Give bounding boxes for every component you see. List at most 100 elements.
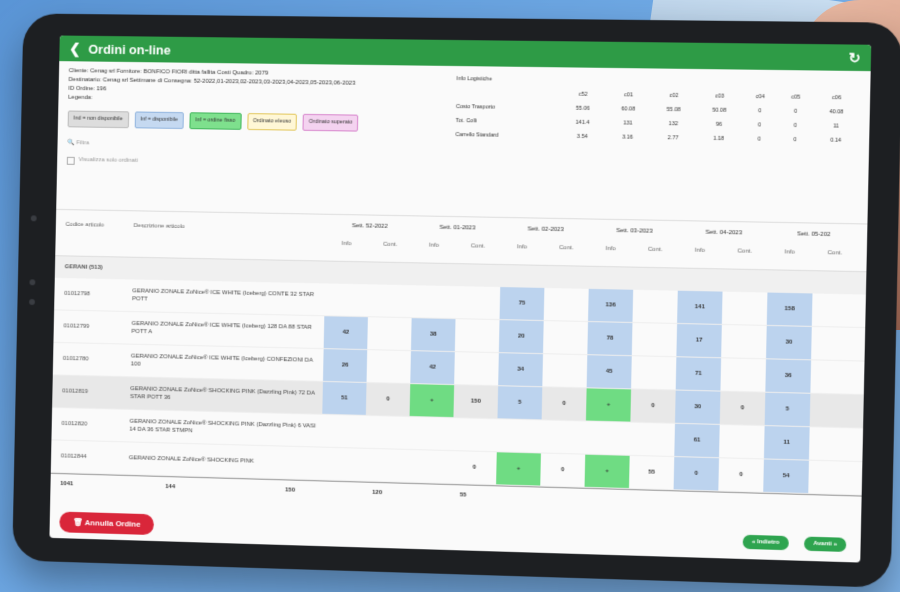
qty-cell[interactable] — [455, 319, 500, 352]
qty-cell[interactable] — [542, 354, 587, 387]
qty-cell[interactable]: 0 — [673, 457, 720, 491]
qty-cell[interactable]: 17 — [676, 323, 722, 358]
week-header: Sett. 05-202 Info Cont. — [768, 223, 859, 271]
article-code: 01012799 — [63, 323, 90, 330]
qty-cell[interactable]: 5 — [497, 386, 543, 420]
qty-cell[interactable] — [630, 423, 675, 456]
qty-cell[interactable]: 42 — [323, 316, 368, 350]
qty-cell[interactable] — [808, 461, 854, 495]
back-arrow-icon[interactable]: ❮ — [69, 40, 81, 57]
qty-cell[interactable] — [721, 325, 767, 358]
qty-cell[interactable]: 61 — [674, 423, 720, 458]
cancel-order-button[interactable]: 🗑 Annulla Ordine — [59, 511, 155, 536]
qty-cell[interactable]: 150 — [453, 385, 498, 418]
qty-cell[interactable] — [631, 356, 676, 389]
order-info-panel: Cliente: Cenag srl Fornitore: BONFICO FI… — [56, 61, 871, 225]
qty-cell[interactable] — [456, 286, 501, 319]
qty-cell[interactable] — [412, 285, 457, 318]
qty-cell[interactable]: 0 — [718, 458, 764, 492]
qty-cell[interactable]: 45 — [586, 355, 632, 389]
summary-cell: 50.08 — [712, 107, 727, 114]
qty-cell[interactable] — [322, 415, 366, 448]
cont-col-label: Cont. — [558, 245, 574, 252]
summary-cell: 0 — [793, 137, 797, 144]
info-col-label: Info — [516, 244, 528, 251]
qty-cell[interactable]: 0 — [630, 389, 675, 422]
qty-cell[interactable]: 5 — [764, 392, 811, 427]
qty-cell[interactable]: 136 — [588, 288, 634, 322]
ordered-only-checkbox[interactable]: Visualizza solo ordinati — [66, 156, 451, 171]
qty-cell[interactable]: 0 — [452, 451, 497, 484]
qty-cell[interactable] — [812, 293, 858, 326]
qty-cell[interactable]: 20 — [498, 320, 544, 354]
summary-header: c06 — [832, 95, 842, 102]
qty-cell[interactable]: 30 — [766, 325, 812, 360]
qty-cell[interactable] — [364, 449, 408, 482]
info-col-label: Info — [428, 242, 440, 249]
filter-input[interactable]: 🔍 Filtra — [67, 139, 451, 154]
cont-col-label: Cont. — [647, 246, 663, 254]
qty-cell[interactable]: 51 — [322, 381, 367, 415]
qty-cell[interactable]: + — [496, 452, 541, 486]
qty-cell[interactable] — [454, 352, 499, 385]
qty-cell[interactable] — [368, 284, 412, 317]
qty-cell[interactable] — [453, 418, 498, 451]
qty-cell[interactable]: + — [585, 388, 632, 422]
qty-cell[interactable] — [722, 292, 768, 325]
qty-cell[interactable]: 55 — [629, 456, 674, 489]
qty-cell[interactable]: 0 — [542, 387, 587, 420]
week-header: Sett. 02-2023 Info Cont. — [501, 218, 590, 266]
qty-cell[interactable]: 36 — [765, 359, 812, 393]
qty-cell[interactable] — [497, 419, 542, 452]
qty-cell[interactable]: 30 — [674, 390, 721, 424]
qty-cell[interactable]: 11 — [763, 426, 810, 460]
qty-cell[interactable] — [321, 448, 365, 481]
week-label: Sett. 05-202 — [796, 231, 831, 239]
qty-cell[interactable] — [809, 427, 855, 461]
qty-cell[interactable]: 78 — [587, 322, 633, 356]
qty-cell[interactable] — [324, 283, 368, 316]
qty-cell[interactable] — [544, 288, 589, 321]
qty-cell[interactable]: + — [584, 454, 630, 489]
qty-cell[interactable]: 71 — [675, 357, 722, 391]
total-value: 120 — [372, 489, 383, 497]
back-button[interactable]: « Indietro — [742, 534, 789, 551]
qty-cell[interactable]: 42 — [410, 351, 455, 385]
qty-cell[interactable]: 0 — [540, 453, 585, 486]
qty-cell[interactable] — [719, 425, 765, 459]
legend-available: Inf = disponibile — [134, 111, 184, 130]
article-description: GERANIO ZONALE ZoNice® ICE WHITE (Iceber… — [131, 320, 312, 336]
refresh-icon[interactable]: ↻ — [848, 49, 860, 66]
qty-cell[interactable]: 0 — [720, 392, 766, 425]
qty-cell[interactable] — [632, 290, 677, 323]
qty-cell[interactable] — [543, 321, 588, 354]
next-button[interactable]: Avanti » — [803, 536, 847, 552]
checkbox-icon[interactable] — [66, 156, 75, 165]
qty-cell[interactable] — [367, 317, 411, 350]
qty-cell[interactable]: 34 — [498, 353, 544, 387]
qty-cell[interactable] — [810, 394, 856, 428]
qty-cell[interactable] — [408, 450, 453, 483]
qty-cell[interactable]: 38 — [410, 318, 456, 352]
qty-cell[interactable]: 26 — [322, 349, 368, 382]
qty-cell[interactable] — [365, 416, 409, 449]
qty-cell[interactable] — [810, 360, 856, 394]
qty-cell[interactable]: 0 — [366, 383, 410, 416]
summary-cell: 11 — [833, 123, 840, 130]
qty-cell[interactable]: + — [409, 384, 455, 418]
qty-cell[interactable]: 75 — [499, 287, 545, 321]
summary-cell: 0.14 — [830, 137, 842, 144]
qty-cell[interactable] — [585, 421, 630, 454]
qty-cell[interactable] — [632, 323, 677, 356]
qty-cell[interactable] — [541, 420, 586, 453]
qty-cell[interactable] — [367, 350, 411, 383]
article-code: 01012820 — [61, 420, 88, 428]
summary-cell — [814, 77, 860, 92]
qty-cell[interactable]: 54 — [763, 459, 809, 494]
qty-cell[interactable] — [409, 417, 454, 450]
qty-cell[interactable]: 158 — [766, 292, 813, 326]
total-value: 55 — [459, 492, 467, 499]
qty-cell[interactable] — [811, 327, 857, 360]
qty-cell[interactable]: 141 — [677, 290, 723, 324]
qty-cell[interactable] — [720, 358, 766, 391]
